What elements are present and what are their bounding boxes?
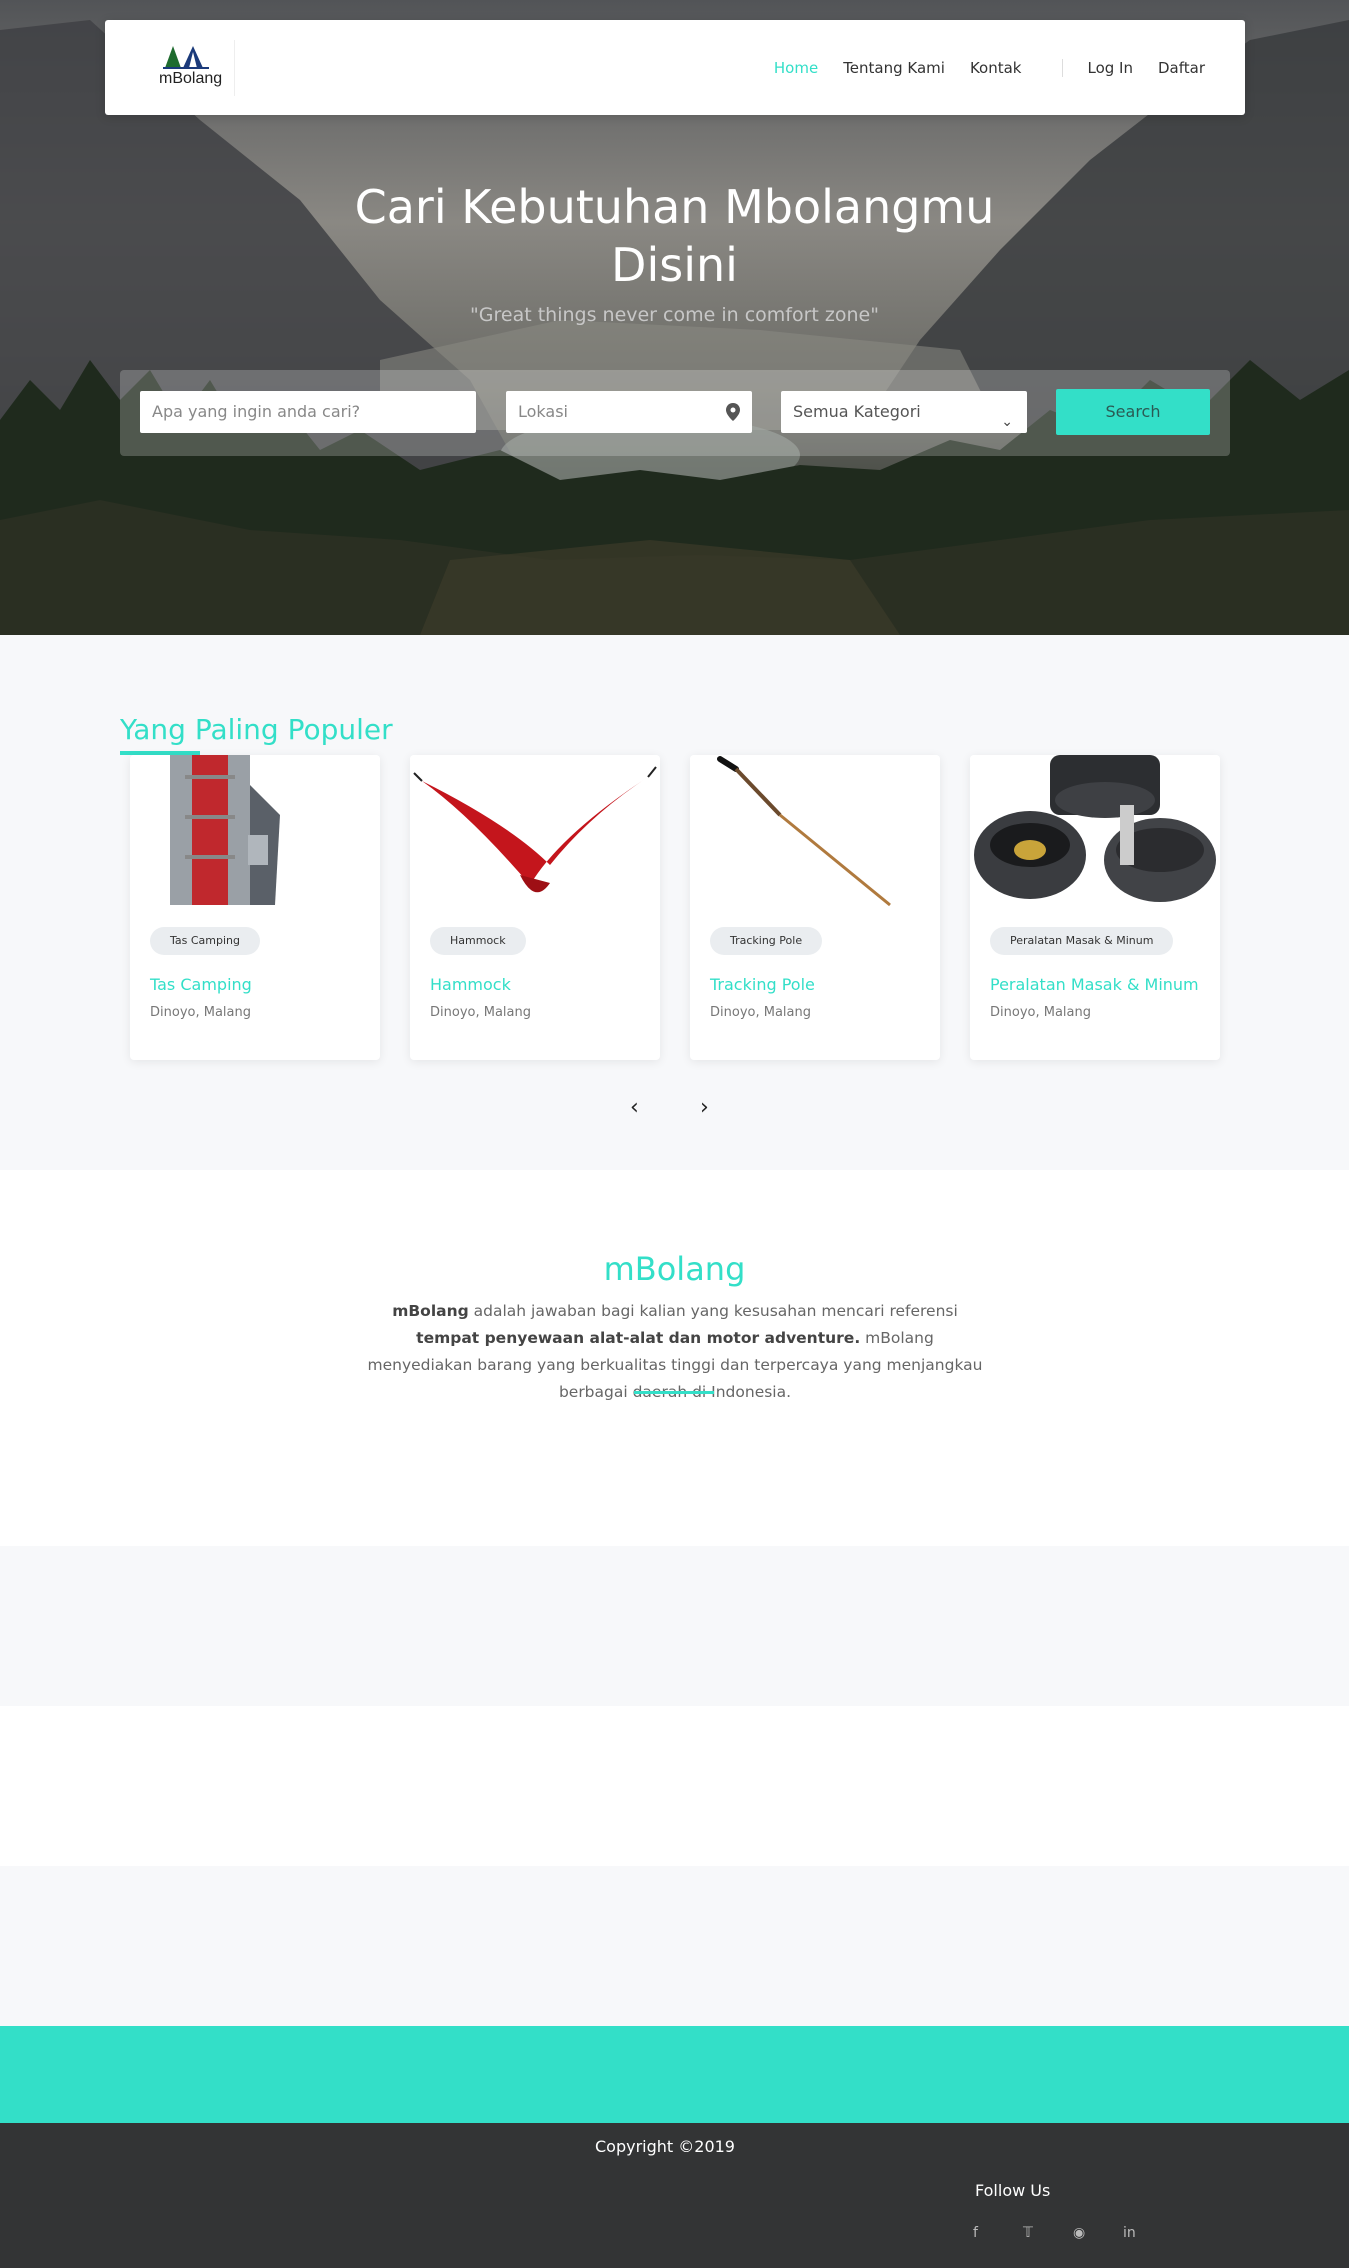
hero-section: mBolang Home Tentang Kami Kontak Log In … xyxy=(0,0,1349,635)
register-link[interactable]: Daftar xyxy=(1158,59,1205,77)
product-name[interactable]: Hammock xyxy=(430,975,511,994)
product-tag[interactable]: Peralatan Masak & Minum xyxy=(990,927,1174,955)
logo[interactable]: mBolang xyxy=(145,40,235,96)
product-tag[interactable]: Hammock xyxy=(430,927,526,955)
map-pin-icon xyxy=(726,403,740,421)
product-card-hammock[interactable]: Hammock Hammock Dinoyo, Malang xyxy=(410,755,660,1060)
product-tag[interactable]: Tas Camping xyxy=(150,927,260,955)
twitter-icon[interactable]: 𝕋 xyxy=(1023,2225,1073,2241)
logo-text: mBolang xyxy=(159,70,223,87)
about-description: mBolang adalah jawaban bagi kalian yang … xyxy=(365,1298,985,1406)
product-location: Dinoyo, Malang xyxy=(150,1005,251,1020)
product-tag[interactable]: Tracking Pole xyxy=(710,927,823,955)
nav-kontak-link[interactable]: Kontak xyxy=(970,59,1022,77)
about-title: mBolang xyxy=(603,1250,746,1288)
search-input[interactable]: Apa yang ingin anda cari? xyxy=(140,391,476,433)
product-image xyxy=(130,755,380,907)
login-link[interactable]: Log In xyxy=(1088,59,1134,77)
instagram-icon[interactable]: ◉ xyxy=(1073,2225,1123,2241)
hero-subtitle: "Great things never come in comfort zone… xyxy=(470,304,879,326)
about-bold-service: tempat penyewaan alat-alat dan motor adv… xyxy=(416,1329,861,1347)
nav-divider xyxy=(1061,58,1063,77)
search-bar: Apa yang ingin anda cari? Lokasi Semua K… xyxy=(120,370,1230,456)
popular-section: Yang Paling Populer Tas Camping Tas Camp… xyxy=(0,635,1349,1170)
cooking-set-image xyxy=(974,755,1216,902)
product-image xyxy=(410,755,660,907)
about-bold-brand: mBolang xyxy=(392,1302,469,1320)
product-name[interactable]: Tracking Pole xyxy=(710,975,815,994)
backpack-image xyxy=(170,755,280,905)
product-name[interactable]: Peralatan Masak & Minum xyxy=(990,975,1199,994)
linkedin-icon[interactable]: in xyxy=(1123,2225,1173,2241)
location-input[interactable]: Lokasi xyxy=(506,391,752,433)
product-card-tracking-pole[interactable]: Tracking Pole Tracking Pole Dinoyo, Mala… xyxy=(690,755,940,1060)
product-image xyxy=(690,755,940,907)
tracking-pole-image xyxy=(717,756,891,907)
follow-us-label: Follow Us xyxy=(975,2181,1051,2200)
facebook-icon[interactable]: f xyxy=(973,2225,1023,2241)
product-card-tas-camping[interactable]: Tas Camping Tas Camping Dinoyo, Malang xyxy=(130,755,380,1060)
nav-links: Home Tentang Kami Kontak Log In Daftar xyxy=(749,20,1205,115)
footer: Copyright ©2019 Follow Us f 𝕋 ◉ in xyxy=(0,2123,1349,2268)
category-select[interactable]: Semua Kategori ⌄ xyxy=(781,391,1027,433)
hero-title-line1: Cari Kebutuhan Mbolangmu xyxy=(354,180,995,234)
about-section: mBolang mBolang adalah jawaban bagi kali… xyxy=(0,1170,1349,1546)
social-links: f 𝕋 ◉ in xyxy=(973,2225,1173,2241)
popular-heading: Yang Paling Populer xyxy=(120,713,393,746)
empty-section-1 xyxy=(0,1546,1349,1706)
hero-title: Cari Kebutuhan Mbolangmu Disini xyxy=(0,178,1349,294)
search-button[interactable]: Search xyxy=(1056,389,1210,435)
hammock-image xyxy=(413,766,657,893)
empty-section-3 xyxy=(0,1866,1349,2026)
product-location: Dinoyo, Malang xyxy=(710,1005,811,1020)
product-name[interactable]: Tas Camping xyxy=(150,975,252,994)
location-placeholder: Lokasi xyxy=(518,402,568,421)
product-location: Dinoyo, Malang xyxy=(990,1005,1091,1020)
nav-tentang-kami-link[interactable]: Tentang Kami xyxy=(843,59,945,77)
copyright-text: Copyright ©2019 xyxy=(595,2137,735,2156)
accent-band xyxy=(0,2026,1349,2123)
nav-home-link[interactable]: Home xyxy=(774,59,818,77)
about-text-1: adalah jawaban bagi kalian yang kesusaha… xyxy=(468,1302,958,1320)
chevron-right-icon[interactable]: › xyxy=(700,1095,709,1120)
product-card-peralatan-masak[interactable]: Peralatan Masak & Minum Peralatan Masak … xyxy=(970,755,1220,1060)
product-image xyxy=(970,755,1220,907)
product-location: Dinoyo, Malang xyxy=(430,1005,531,1020)
empty-section-2 xyxy=(0,1706,1349,1866)
navbar: mBolang Home Tentang Kami Kontak Log In … xyxy=(105,20,1245,115)
chevron-left-icon[interactable]: ‹ xyxy=(630,1095,639,1120)
category-selected-value: Semua Kategori xyxy=(793,402,921,421)
hero-title-line2: Disini xyxy=(611,238,738,292)
chevron-down-icon: ⌄ xyxy=(1001,414,1013,430)
about-divider xyxy=(634,1391,714,1394)
tent-logo-icon xyxy=(163,46,209,69)
